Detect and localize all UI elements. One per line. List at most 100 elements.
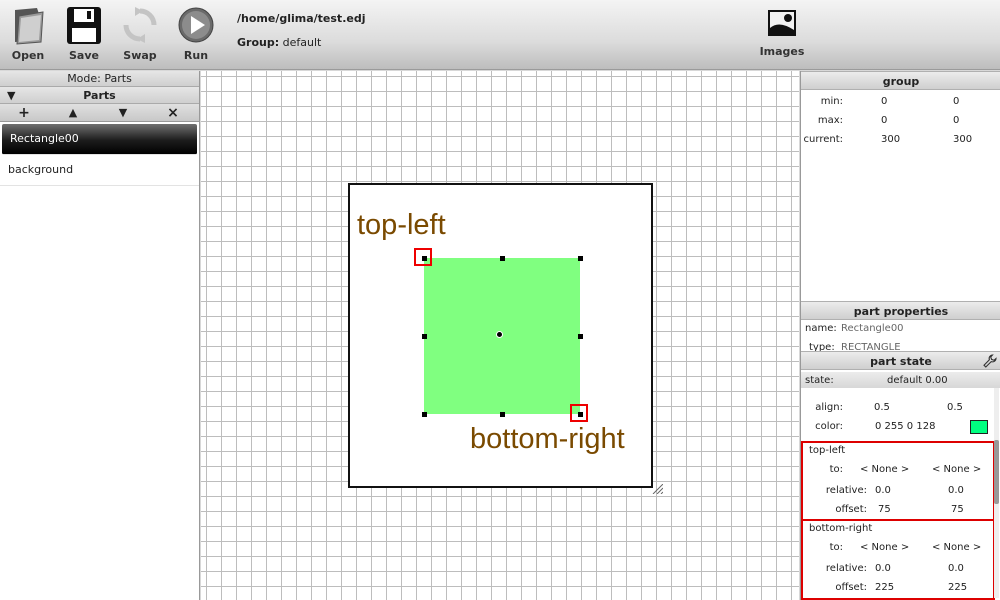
scrollbar-thumb[interactable] [994,440,999,504]
part-state-title: part state [870,355,932,368]
state-selector-row[interactable]: state: default 0.00 [801,372,1000,388]
images-button[interactable]: Images [754,6,810,64]
visible-row-partial: true [801,388,1000,393]
top-left-title: top-left [809,445,846,456]
align-label: align: [815,402,843,413]
handle-right[interactable] [578,334,583,339]
max-width-field[interactable]: 0 [881,115,887,126]
name-label: name: [805,323,837,334]
bottom-right-offset-y-field[interactable]: 225 [948,582,967,593]
parts-panel: Mode: Parts ▼ Parts + ▲ ▼ × Rectangle00 … [0,71,200,600]
wrench-icon[interactable] [983,354,997,368]
state-value[interactable]: default 0.00 [887,375,948,386]
move-up-icon[interactable]: ▲ [63,104,83,122]
handle-top-right[interactable] [578,256,583,261]
bottom-right-highlight [570,404,588,422]
visible-value: true [943,388,964,391]
remove-part-icon[interactable]: × [163,104,183,122]
color-row: color: 0 255 0 128 [801,418,1000,437]
bottom-right-title: bottom-right [809,523,873,534]
top-left-relative-y-field[interactable]: 0.0 [948,485,964,496]
group-frame[interactable]: top-left bottom-right [348,183,653,488]
top-left-relative-x-field[interactable]: 0.0 [875,485,891,496]
handle-top[interactable] [500,256,505,261]
play-icon [178,7,214,43]
handle-center[interactable] [496,331,503,338]
top-left-section: top-left to: < None > < None > relative:… [801,441,995,521]
group-name: default [282,36,322,49]
handle-bottom[interactable] [500,412,505,417]
bottom-right-relative-x-field[interactable]: 0.0 [875,563,891,574]
max-height-field[interactable]: 0 [953,115,959,126]
color-value[interactable]: 0 255 0 128 [875,421,935,432]
part-state-header: part state [801,351,1000,370]
collapse-triangle-icon[interactable]: ▼ [7,87,15,104]
max-label: max: [817,115,843,126]
file-path: /home/glima/test.edj [237,12,366,25]
parts-toolbar: + ▲ ▼ × [0,104,199,122]
state-label: state: [805,375,834,386]
add-part-icon[interactable]: + [14,104,34,122]
bottom-right-offset-row: offset: 225 225 [803,579,993,598]
color-swatch[interactable] [970,420,988,434]
top-left-to-row: to: < None > < None > [803,461,993,480]
part-properties-header: part properties [801,301,1000,320]
align-y-field[interactable]: 0.5 [947,402,963,413]
name-field[interactable]: Rectangle00 [841,323,904,334]
relative-label: relative: [825,563,867,574]
floppy-disk-icon [67,7,101,44]
group-min-row: min: 0 0 [801,93,1000,112]
part-item-rectangle00[interactable]: Rectangle00 [2,124,197,155]
images-label: Images [759,45,805,58]
parts-header[interactable]: ▼ Parts [0,87,199,104]
open-label: Open [11,49,45,62]
handle-bottom-left[interactable] [422,412,427,417]
handle-left[interactable] [422,334,427,339]
bottom-right-annotation: bottom-right [470,423,625,455]
run-button[interactable]: Run [168,6,224,64]
bottom-right-to-x-select[interactable]: < None > [860,542,909,553]
min-label: min: [820,96,843,107]
swap-button[interactable]: Swap [112,6,168,64]
folder-icon [15,8,44,45]
edit-canvas[interactable]: top-left bottom-right [201,71,799,600]
part-item-background[interactable]: background [0,155,199,186]
top-left-highlight [414,248,432,266]
current-width-field[interactable]: 300 [881,134,900,145]
run-label: Run [183,49,209,62]
to-label: to: [829,542,843,553]
group-section-header: group [801,71,1000,90]
open-button[interactable]: Open [0,6,56,64]
properties-panel: group min: 0 0 max: 0 0 current: 300 300… [800,71,1000,600]
group-max-row: max: 0 0 [801,112,1000,131]
save-button[interactable]: Save [56,6,112,64]
relative-label: relative: [825,485,867,496]
color-label: color: [815,421,843,432]
top-left-offset-y-field[interactable]: 75 [951,504,964,515]
to-label: to: [829,464,843,475]
current-height-field[interactable]: 300 [953,134,972,145]
top-left-to-x-select[interactable]: < None > [860,464,909,475]
move-down-icon[interactable]: ▼ [113,104,133,122]
swap-label: Swap [123,49,157,62]
top-left-offset-row: offset: 75 75 [803,501,993,520]
part-state-scrollbar[interactable] [994,388,999,598]
bottom-right-offset-x-field[interactable]: 225 [875,582,894,593]
image-icon [768,10,796,36]
min-height-field[interactable]: 0 [953,96,959,107]
parts-header-label: Parts [83,89,116,102]
bottom-right-relative-y-field[interactable]: 0.0 [948,563,964,574]
top-left-to-y-select[interactable]: < None > [932,464,981,475]
top-left-offset-x-field[interactable]: 75 [878,504,891,515]
align-x-field[interactable]: 0.5 [874,402,890,413]
resize-grip-icon[interactable] [651,484,663,494]
swap-arrows-icon [123,7,157,43]
group-indicator: Group: default [237,36,321,49]
save-label: Save [69,49,99,62]
bottom-right-to-y-select[interactable]: < None > [932,542,981,553]
min-width-field[interactable]: 0 [881,96,887,107]
mode-label: Mode: Parts [0,71,199,87]
group-current-row: current: 300 300 [801,131,1000,150]
bottom-right-relative-row: relative: 0.0 0.0 [803,560,993,579]
type-value: RECTANGLE [841,342,901,351]
